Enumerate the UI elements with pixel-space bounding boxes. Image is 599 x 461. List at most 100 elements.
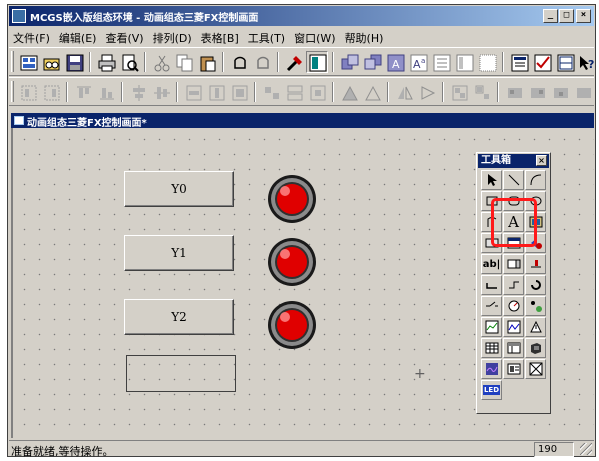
align-bottom-icon[interactable] bbox=[95, 81, 117, 103]
frame-tool-icon[interactable] bbox=[525, 359, 546, 379]
flip-h-icon[interactable] bbox=[393, 81, 415, 103]
led-tool-icon[interactable]: LED bbox=[481, 380, 502, 400]
resize-grip-icon[interactable] bbox=[580, 443, 592, 455]
gauge-tool-icon[interactable] bbox=[503, 296, 524, 316]
redo-icon[interactable] bbox=[251, 51, 273, 73]
toolbar-separator bbox=[387, 82, 389, 102]
save-icon[interactable] bbox=[63, 51, 85, 73]
maximize-button[interactable]: □ bbox=[559, 9, 574, 23]
menu-table[interactable]: 表格[B] bbox=[197, 28, 244, 46]
copy-icon[interactable] bbox=[173, 51, 195, 73]
layer-4-icon[interactable] bbox=[572, 81, 594, 103]
table-tool-icon[interactable] bbox=[481, 338, 502, 358]
workbench-icon[interactable] bbox=[17, 51, 39, 73]
menu-view[interactable]: 查看(V) bbox=[101, 28, 148, 46]
layer-2-icon[interactable] bbox=[526, 81, 548, 103]
y0-button[interactable]: Y0 bbox=[124, 171, 234, 207]
cut-icon[interactable] bbox=[150, 51, 172, 73]
combobox-tool-icon[interactable] bbox=[503, 254, 524, 274]
alarm-tool-icon[interactable] bbox=[525, 317, 546, 337]
slider-tool-icon[interactable] bbox=[525, 254, 546, 274]
menu-file[interactable]: 文件(F) bbox=[9, 28, 55, 46]
data-icon[interactable] bbox=[554, 51, 576, 73]
toolbar-separator bbox=[277, 52, 279, 72]
toolbox-title-bar[interactable]: 工具箱 × bbox=[478, 154, 549, 168]
print-preview-icon[interactable] bbox=[118, 51, 140, 73]
align-grid-icon[interactable] bbox=[430, 51, 452, 73]
rotary-tool-icon[interactable] bbox=[525, 275, 546, 295]
y1-button[interactable]: Y1 bbox=[124, 235, 234, 271]
align-list-icon[interactable] bbox=[453, 51, 475, 73]
toolbar-grip[interactable] bbox=[11, 51, 14, 72]
history-curve-tool-icon[interactable] bbox=[503, 317, 524, 337]
send-back-icon[interactable] bbox=[361, 51, 383, 73]
align-left-icon[interactable] bbox=[17, 81, 39, 103]
minimize-button[interactable]: _ bbox=[543, 9, 558, 23]
bring-front-icon[interactable] bbox=[338, 51, 360, 73]
label-tool-highlight bbox=[491, 198, 537, 247]
child-window-title-bar[interactable]: 动画组态三菱FX控制画面* bbox=[11, 113, 594, 129]
layer-1-icon[interactable] bbox=[503, 81, 525, 103]
ungroup-icon[interactable] bbox=[471, 81, 493, 103]
print-icon[interactable] bbox=[95, 51, 117, 73]
close-button[interactable]: × bbox=[576, 9, 591, 23]
align-center-h-icon[interactable] bbox=[127, 81, 149, 103]
group-icon[interactable] bbox=[448, 81, 470, 103]
indicator-lamp-y2[interactable] bbox=[267, 300, 317, 350]
same-height-icon[interactable] bbox=[205, 81, 227, 103]
layout-icon[interactable] bbox=[306, 51, 328, 73]
align-top-icon[interactable] bbox=[72, 81, 94, 103]
grid-icon[interactable] bbox=[476, 51, 498, 73]
space-v-icon[interactable] bbox=[283, 81, 305, 103]
undo-icon[interactable] bbox=[228, 51, 250, 73]
title-bar[interactable]: MCGS嵌入版组态环境 - 动画组态三菱FX控制画面 _ □ × bbox=[9, 6, 594, 26]
same-width-icon[interactable] bbox=[182, 81, 204, 103]
open-icon[interactable] bbox=[40, 51, 62, 73]
properties-icon[interactable] bbox=[508, 51, 530, 73]
menu-tools[interactable]: 工具(T) bbox=[244, 28, 290, 46]
align-right-icon[interactable] bbox=[40, 81, 62, 103]
indicator-tool-icon[interactable] bbox=[525, 296, 546, 316]
dynamic-curve-tool-icon[interactable] bbox=[481, 359, 502, 379]
child-window-title: 动画组态三菱FX控制画面* bbox=[27, 118, 147, 129]
arc-tool-icon[interactable] bbox=[525, 170, 546, 190]
font-color-icon[interactable]: A bbox=[384, 51, 406, 73]
toolbox-close-button[interactable]: × bbox=[536, 155, 547, 166]
storage-tool-icon[interactable] bbox=[525, 338, 546, 358]
switch-tool-icon[interactable] bbox=[481, 296, 502, 316]
line-tool-icon[interactable] bbox=[503, 170, 524, 190]
toolbar-separator bbox=[502, 52, 504, 72]
flip-v-icon[interactable] bbox=[416, 81, 438, 103]
help-icon[interactable]: ? bbox=[575, 51, 597, 73]
font-icon[interactable]: Aa bbox=[407, 51, 429, 73]
rotate-left-icon[interactable] bbox=[338, 81, 360, 103]
toolbar-grip[interactable] bbox=[11, 81, 14, 102]
textbox-tool-icon[interactable]: ab| bbox=[481, 254, 502, 274]
trend-chart-tool-icon[interactable] bbox=[481, 317, 502, 337]
toolbox-toggle-icon[interactable] bbox=[283, 51, 305, 73]
center-page-icon[interactable] bbox=[306, 81, 328, 103]
check-icon[interactable] bbox=[531, 51, 553, 73]
indicator-lamp-y0[interactable] bbox=[267, 174, 317, 224]
pipe-tool-icon[interactable] bbox=[481, 275, 502, 295]
data-table-tool-icon[interactable] bbox=[503, 359, 524, 379]
rotate-right-icon[interactable] bbox=[361, 81, 383, 103]
menu-window[interactable]: 窗口(W) bbox=[290, 28, 340, 46]
empty-label-box[interactable] bbox=[126, 355, 236, 392]
menu-arrange[interactable]: 排列(D) bbox=[149, 28, 197, 46]
toolbox-palette: 工具箱 × A ab| LED bbox=[476, 152, 551, 414]
align-center-v-icon[interactable] bbox=[150, 81, 172, 103]
paste-icon[interactable] bbox=[196, 51, 218, 73]
indicator-lamp-y1[interactable] bbox=[267, 237, 317, 287]
pointer-tool-icon[interactable] bbox=[481, 170, 502, 190]
menu-help[interactable]: 帮助(H) bbox=[341, 28, 389, 46]
flowline-tool-icon[interactable] bbox=[503, 275, 524, 295]
y2-button[interactable]: Y2 bbox=[124, 299, 234, 335]
same-size-icon[interactable] bbox=[228, 81, 250, 103]
svg-text:A: A bbox=[413, 58, 421, 71]
menu-edit[interactable]: 编辑(E) bbox=[55, 28, 102, 46]
layer-3-icon[interactable] bbox=[549, 81, 571, 103]
app-icon bbox=[12, 9, 26, 23]
space-h-icon[interactable] bbox=[260, 81, 282, 103]
report-tool-icon[interactable] bbox=[503, 338, 524, 358]
